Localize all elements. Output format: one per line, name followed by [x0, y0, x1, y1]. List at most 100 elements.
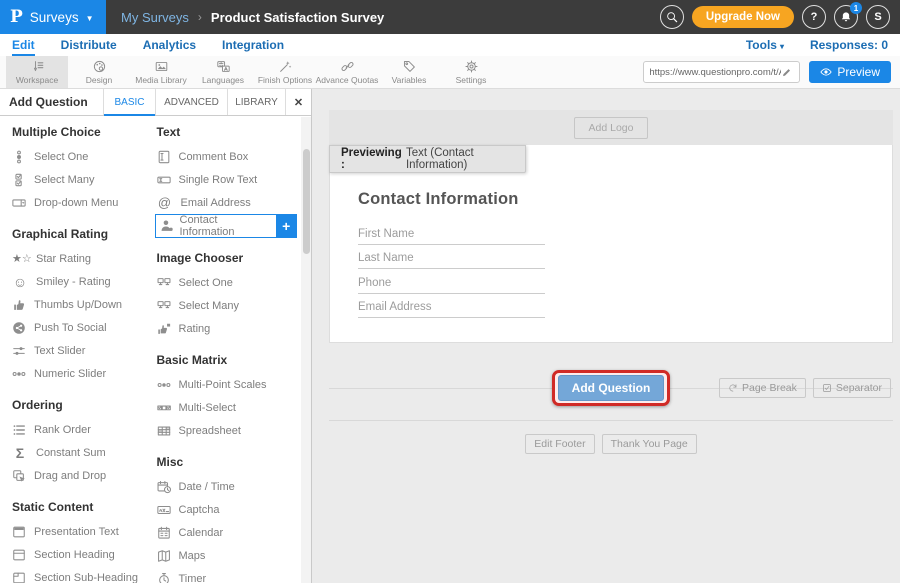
nav-tab-integration[interactable]: Integration	[222, 34, 284, 56]
translate-icon	[217, 60, 230, 73]
brand-switcher[interactable]: P Surveys ▼	[0, 0, 106, 34]
qtype-presentation-text[interactable]: Presentation Text	[10, 520, 155, 543]
page-break-button[interactable]: Page Break	[719, 378, 806, 398]
qtype-multi-point-scales[interactable]: Multi-Point Scales	[155, 373, 300, 396]
captcha-icon	[157, 503, 171, 517]
qtype-smiley-rating[interactable]: ☺Smiley - Rating	[10, 270, 155, 293]
panel-title: Add Question	[0, 89, 103, 115]
tool-media-library[interactable]: Media Library	[130, 56, 192, 88]
previewing-label: Previewing :	[341, 147, 402, 171]
section-title: Text	[157, 125, 298, 139]
contact-fields: First Name Last Name Phone Email Address	[358, 220, 545, 318]
tool-settings[interactable]: Settings	[440, 56, 502, 88]
qtype-image-select-one[interactable]: Select One	[155, 271, 300, 294]
section-basic-matrix: Basic Matrix Multi-Point Scales Multi-Se…	[155, 353, 300, 442]
separator-button[interactable]: Separator	[813, 378, 891, 398]
qtype-spreadsheet[interactable]: Spreadsheet	[155, 419, 300, 442]
qtype-dropdown-menu[interactable]: Drop-down Menu	[10, 191, 155, 214]
search-button[interactable]	[660, 5, 684, 29]
tool-finish-options[interactable]: Finish Options	[254, 56, 316, 88]
tools-dropdown[interactable]: Tools▾	[746, 38, 784, 52]
timer-icon	[157, 572, 171, 583]
help-button[interactable]: ?	[802, 5, 826, 29]
qtype-thumbs-updown[interactable]: Thumbs Up/Down	[10, 293, 155, 316]
first-name-field[interactable]: First Name	[358, 220, 545, 245]
qtype-comment-box[interactable]: Comment Box	[155, 145, 300, 168]
upgrade-now-button[interactable]: Upgrade Now	[692, 6, 794, 28]
qtype-contact-information[interactable]: Contact Information +	[155, 214, 297, 238]
nav-tab-analytics[interactable]: Analytics	[143, 34, 196, 56]
smiley-icon: ☺	[12, 275, 28, 289]
qtype-section-subheading[interactable]: Section Sub-Heading	[10, 566, 155, 583]
section-title: Ordering	[12, 398, 153, 412]
qtype-image-select-many[interactable]: Select Many	[155, 294, 300, 317]
survey-toolbar: Workspace Design Media Library Languages…	[0, 56, 900, 89]
qtype-single-row-text[interactable]: Single Row Text	[155, 168, 300, 191]
radio-icon	[12, 150, 26, 164]
qtype-maps[interactable]: Maps	[155, 544, 300, 567]
qtype-push-to-social[interactable]: Push To Social	[10, 316, 155, 339]
question-title[interactable]: Contact Information	[358, 190, 892, 209]
qtype-numeric-slider[interactable]: Numeric Slider	[10, 362, 155, 385]
qtype-calendar[interactable]: Calendar	[155, 521, 300, 544]
tool-advance-quotas[interactable]: Advance Quotas	[316, 56, 378, 88]
questionpro-logo-icon: P	[10, 7, 23, 27]
multi-select-icon	[157, 401, 171, 415]
qtype-image-rating[interactable]: Rating	[155, 317, 300, 340]
thank-you-page-button[interactable]: Thank You Page	[602, 434, 697, 454]
qtype-rank-order[interactable]: Rank Order	[10, 418, 155, 441]
survey-url-box	[643, 61, 800, 83]
qtype-date-time[interactable]: Date / Time	[155, 475, 300, 498]
stars-icon: ★☆	[12, 252, 28, 266]
tool-design[interactable]: Design	[68, 56, 130, 88]
phone-field[interactable]: Phone	[358, 269, 545, 294]
question-preview-card: Previewing : Text (Contact Information) …	[329, 145, 893, 343]
account-avatar[interactable]: S	[866, 5, 890, 29]
qtype-section-heading[interactable]: Section Heading	[10, 543, 155, 566]
qtype-email-address[interactable]: @Email Address	[155, 191, 300, 214]
email-address-field[interactable]: Email Address	[358, 294, 545, 319]
edit-footer-button[interactable]: Edit Footer	[525, 434, 594, 454]
survey-url-input[interactable]	[649, 67, 781, 78]
nav-tab-distribute[interactable]: Distribute	[61, 34, 117, 56]
breadcrumb-my-surveys[interactable]: My Surveys	[121, 10, 189, 25]
tab-basic[interactable]: BASIC	[103, 89, 155, 115]
tab-advanced[interactable]: ADVANCED	[155, 89, 227, 115]
scrollbar-thumb[interactable]	[303, 149, 310, 254]
chevron-down-icon: ▼	[86, 14, 94, 23]
qtype-select-one[interactable]: Select One	[10, 145, 155, 168]
previewing-tab: Previewing : Text (Contact Information)	[329, 145, 526, 173]
add-question-panel: Add Question BASIC ADVANCED LIBRARY ✕ Mu…	[0, 89, 312, 583]
breadcrumb-separator-icon: ›	[198, 10, 202, 24]
last-name-field[interactable]: Last Name	[358, 245, 545, 270]
qtype-captcha[interactable]: Captcha	[155, 498, 300, 521]
qtype-multi-select[interactable]: Multi-Select	[155, 396, 300, 419]
panel-scrollbar[interactable]	[301, 117, 311, 583]
nav-tab-edit[interactable]: Edit	[12, 34, 35, 56]
topbar-actions: Upgrade Now ? 1 S	[660, 5, 900, 29]
tool-languages[interactable]: Languages	[192, 56, 254, 88]
tool-variables[interactable]: Variables	[378, 56, 440, 88]
add-question-button[interactable]: Add Question	[558, 375, 665, 401]
close-icon[interactable]: ✕	[285, 89, 311, 115]
qtype-constant-sum[interactable]: ΣConstant Sum	[10, 441, 155, 464]
add-logo-button[interactable]: Add Logo	[574, 117, 649, 139]
page-body: Add Question BASIC ADVANCED LIBRARY ✕ Mu…	[0, 89, 900, 583]
pencil-icon[interactable]	[781, 67, 792, 78]
qtype-select-many[interactable]: Select Many	[10, 168, 155, 191]
dropdown-icon	[12, 196, 26, 210]
section-divider	[329, 420, 893, 421]
preview-button[interactable]: Preview	[809, 61, 891, 83]
qtype-star-rating[interactable]: ★☆Star Rating	[10, 247, 155, 270]
checkboxes-icon	[12, 173, 26, 187]
rank-list-icon	[12, 423, 26, 437]
qtype-text-slider[interactable]: Text Slider	[10, 339, 155, 362]
single-row-icon	[157, 173, 171, 187]
tab-library[interactable]: LIBRARY	[227, 89, 285, 115]
add-contact-information-button[interactable]: +	[276, 215, 297, 237]
qtype-drag-and-drop[interactable]: Drag and Drop	[10, 464, 155, 487]
notifications-button[interactable]: 1	[834, 5, 858, 29]
qtype-timer[interactable]: Timer	[155, 567, 300, 583]
responses-count[interactable]: Responses: 0	[810, 38, 888, 52]
tool-workspace[interactable]: Workspace	[6, 56, 68, 88]
